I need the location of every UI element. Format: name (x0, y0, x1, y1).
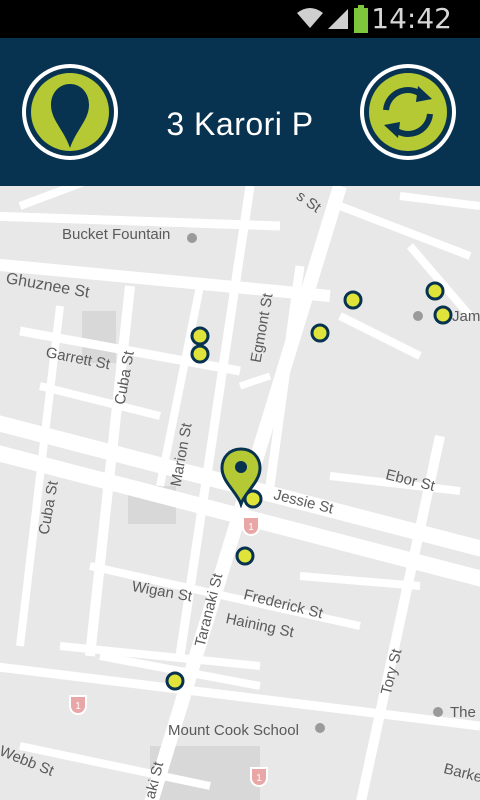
svg-text:1: 1 (75, 701, 81, 712)
bus-stop-marker[interactable] (424, 280, 446, 302)
map-view[interactable]: 1 1 1 s St Bucket Fountain Ghuznee St Ga… (0, 186, 480, 800)
route-shield: 1 (250, 767, 268, 787)
signal-icon (328, 9, 348, 29)
bus-stop-marker[interactable] (164, 670, 186, 692)
bus-stop-marker[interactable] (432, 304, 454, 326)
status-time: 14:42 (371, 2, 452, 35)
svg-text:1: 1 (248, 522, 254, 533)
poi-icon (413, 311, 423, 321)
page-title: 3 Karori P (166, 106, 314, 142)
poi-label-bucket-fountain: Bucket Fountain (62, 226, 171, 243)
poi-label-the: The (450, 704, 476, 721)
wifi-icon (297, 8, 323, 28)
svg-text:1: 1 (256, 773, 262, 784)
app-header: 3 Karori P (0, 38, 480, 186)
status-bar: 14:42 (0, 0, 480, 38)
locate-button[interactable] (22, 64, 118, 160)
bus-stop-marker[interactable] (309, 322, 331, 344)
route-shield: 1 (69, 695, 87, 715)
poi-icon (433, 707, 443, 717)
poi-icon (187, 233, 197, 243)
bus-stop-marker[interactable] (234, 545, 256, 567)
current-location-pin-icon[interactable] (218, 446, 264, 508)
location-pin-icon (51, 84, 89, 148)
refresh-button[interactable] (360, 64, 456, 160)
poi-label-mount-cook-school: Mount Cook School (168, 722, 299, 739)
route-shield: 1 (242, 516, 260, 536)
poi-label-jam: Jam (452, 308, 480, 325)
battery-icon (354, 5, 368, 33)
poi-icon (315, 723, 325, 733)
refresh-arrows-icon (383, 86, 433, 138)
bus-stop-marker[interactable] (342, 289, 364, 311)
bus-stop-marker[interactable] (189, 343, 211, 365)
